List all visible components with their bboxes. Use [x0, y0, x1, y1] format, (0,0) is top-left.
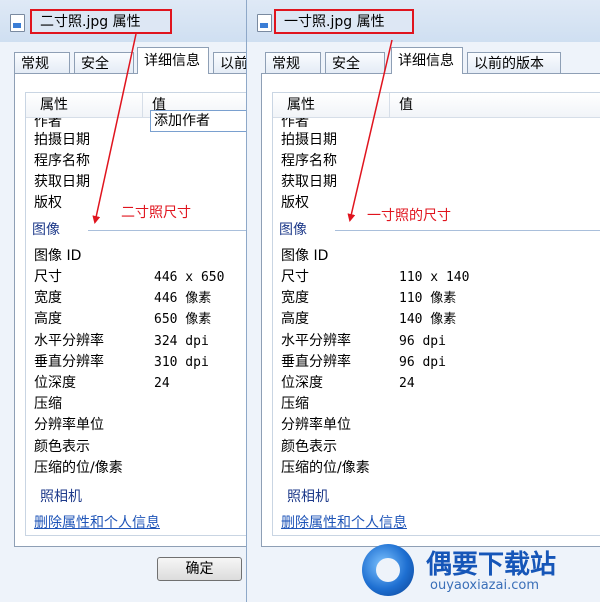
logo-swirl-icon: [362, 544, 414, 596]
annotation-arrows: [92, 33, 393, 224]
site-watermark: 偶要下载站 ouyaoxiazai.com: [350, 538, 600, 602]
watermark-title: 偶要下载站: [426, 550, 557, 580]
watermark-url: ouyaoxiazai.com: [430, 578, 539, 593]
arrow-right: [347, 39, 393, 222]
arrow-left: [92, 33, 137, 224]
